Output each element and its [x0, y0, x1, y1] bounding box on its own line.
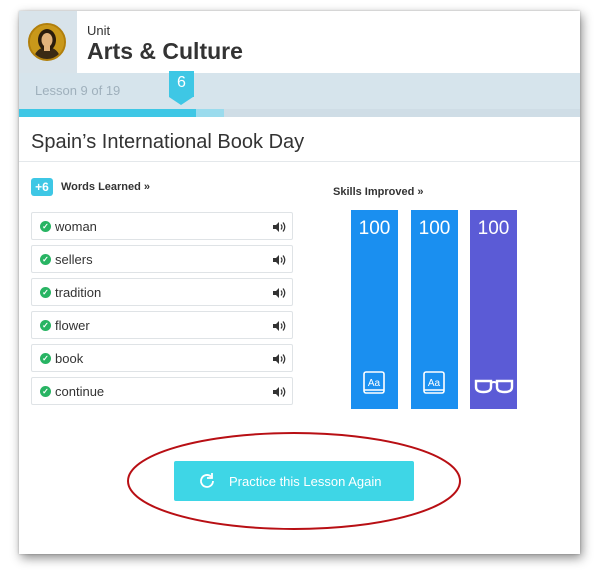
progress-marker: 6 [169, 71, 194, 97]
svg-text:Aa: Aa [368, 378, 381, 389]
lesson-count: Lesson 9 of 19 [35, 83, 121, 98]
word-text: woman [55, 219, 97, 234]
word-row: ✓ woman [31, 212, 293, 240]
divider [19, 161, 580, 162]
word-row: ✓ tradition [31, 278, 293, 306]
check-icon: ✓ [40, 254, 51, 265]
words-learned-link[interactable]: Words Learned » [61, 181, 150, 193]
words-count-badge: +6 [31, 178, 53, 196]
lesson-progress-band: Lesson 9 of 19 6 [19, 71, 580, 117]
check-icon: ✓ [40, 353, 51, 364]
word-row: ✓ sellers [31, 245, 293, 273]
word-text: flower [55, 318, 90, 333]
speaker-icon[interactable] [272, 320, 286, 332]
progress-marker-pointer [169, 97, 193, 105]
skill-value: 100 [418, 218, 451, 239]
check-icon: ✓ [40, 320, 51, 331]
dictionary-book-icon: Aa [363, 371, 385, 394]
check-icon: ✓ [40, 221, 51, 232]
check-icon: ✓ [40, 386, 51, 397]
skills-improved-link[interactable]: Skills Improved » [333, 186, 423, 198]
skill-value: 100 [477, 218, 510, 239]
progress-bar [19, 109, 580, 117]
word-text: book [55, 351, 84, 366]
word-row: ✓ book [31, 344, 293, 372]
skill-bar-vocabulary: 100 Aa [411, 210, 458, 409]
progress-bar-completed [19, 109, 196, 117]
lesson-summary-card: Unit Arts & Culture Lesson 9 of 19 6 Spa… [19, 11, 580, 554]
annotation-ellipse [127, 432, 461, 530]
speaker-icon[interactable] [272, 386, 286, 398]
speaker-icon[interactable] [272, 353, 286, 365]
unit-title: Arts & Culture [87, 38, 243, 64]
skill-bar-reading: 100 [470, 210, 517, 409]
word-row: ✓ continue [31, 377, 293, 405]
lesson-title: Spain’s International Book Day [31, 131, 305, 153]
skill-value: 100 [358, 218, 391, 239]
mona-lisa-avatar-icon [28, 23, 66, 61]
unit-avatar-box [19, 11, 77, 73]
speaker-icon[interactable] [272, 254, 286, 266]
skill-bar-vocabulary: 100 Aa [351, 210, 398, 409]
check-icon: ✓ [40, 287, 51, 298]
dictionary-book-icon: Aa [423, 371, 445, 394]
word-text: sellers [55, 252, 93, 267]
speaker-icon[interactable] [272, 287, 286, 299]
speaker-icon[interactable] [272, 221, 286, 233]
svg-text:Aa: Aa [428, 378, 441, 389]
word-text: tradition [55, 285, 102, 300]
reading-glasses-icon [474, 379, 514, 394]
progress-bar-current-step [196, 109, 224, 117]
unit-label: Unit [87, 23, 111, 38]
word-row: ✓ flower [31, 311, 293, 339]
word-text: continue [55, 384, 105, 399]
unit-header: Unit Arts & Culture [19, 11, 580, 73]
